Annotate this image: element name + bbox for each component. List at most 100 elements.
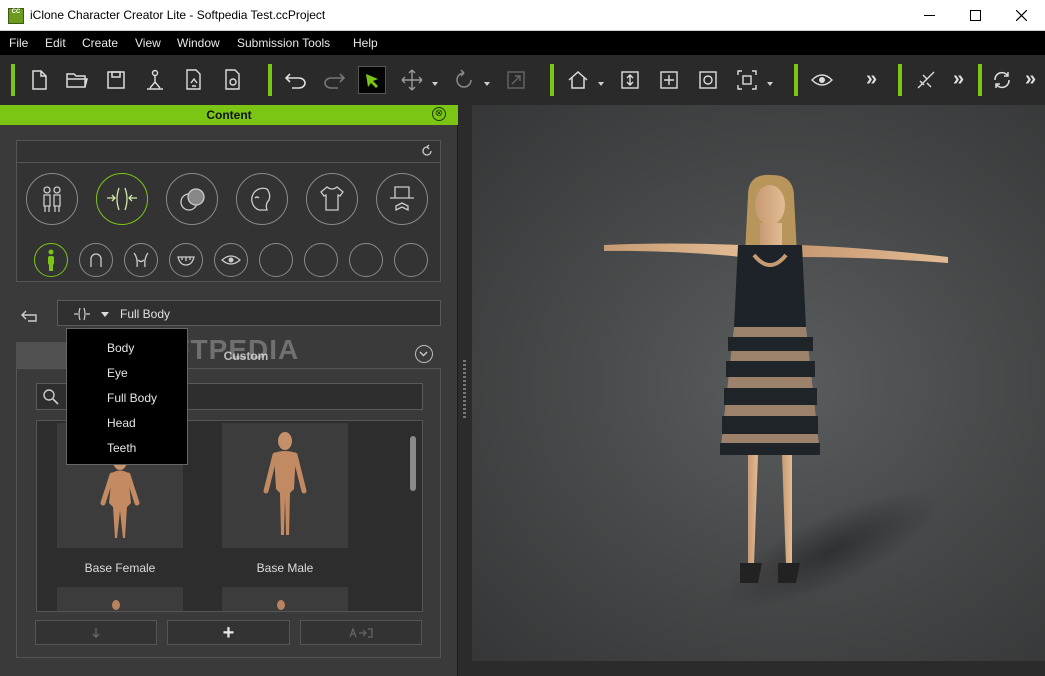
thumbnail-partial[interactable] [222,587,348,611]
new-file-icon [32,70,47,90]
thumbnail-partial[interactable] [57,587,183,611]
collapse-toggle[interactable] [415,345,433,363]
sync-icon [994,71,1010,89]
sub-full-body[interactable] [34,243,68,277]
figure-partial-image [277,600,285,610]
category-head[interactable] [236,173,288,225]
popup-item-body[interactable]: Body [107,341,134,355]
sync-button[interactable] [988,66,1016,94]
new-file-button[interactable] [25,66,53,94]
popup-item-eye[interactable]: Eye [107,366,128,380]
rotate-dropdown-arrow[interactable] [484,82,490,86]
visibility-button[interactable] [808,66,836,94]
morph-icon [107,187,137,211]
open-folder-button[interactable] [63,66,91,94]
back-arrow-icon[interactable] [20,308,40,324]
fit-height-button[interactable] [616,66,644,94]
category-clothes[interactable] [306,173,358,225]
toolbar-separator [978,64,982,96]
sub-empty-slot[interactable] [349,243,383,277]
menu-create[interactable]: Create [82,36,118,50]
teeth-icon [177,256,195,266]
sub-eye[interactable] [214,243,248,277]
home-dropdown-arrow[interactable] [598,82,604,86]
sub-head[interactable] [79,243,113,277]
splitter-grip[interactable] [463,360,466,420]
close-button[interactable] [998,0,1044,31]
category-materials[interactable] [166,173,218,225]
maximize-button[interactable] [952,0,998,31]
sub-torso[interactable] [124,243,158,277]
category-accessories[interactable] [376,173,428,225]
library-scrollbar[interactable] [410,436,416,491]
fit-all-icon [660,71,678,89]
redo-button[interactable] [320,66,348,94]
save-button[interactable] [102,66,130,94]
sub-teeth[interactable] [169,243,203,277]
add-button[interactable]: + [167,620,290,645]
select-tool-button[interactable] [358,66,386,94]
category-morph[interactable] [96,173,148,225]
scale-tool-button[interactable] [502,66,530,94]
orbit-button[interactable] [694,66,722,94]
popup-item-teeth[interactable]: Teeth [107,441,136,455]
toolbar-overflow-3[interactable]: » [1025,68,1036,91]
import-button[interactable] [180,66,208,94]
toolbar-overflow-1[interactable]: » [866,68,877,91]
popup-item-head[interactable]: Head [107,416,136,430]
panel-splitter[interactable] [458,105,472,676]
chevron-down-icon [101,312,109,317]
search-icon [43,389,59,405]
menu-file[interactable]: File [9,36,28,50]
download-button[interactable] [35,620,157,645]
window-title: iClone Character Creator Lite - Softpedi… [30,8,326,22]
move-tool-button[interactable] [398,66,426,94]
menu-bar: File Edit Create View Window Submission … [0,31,1045,55]
3d-viewport[interactable] [472,105,1045,661]
sub-empty-slot[interactable] [394,243,428,277]
app-logo: CC [8,8,24,24]
viewport-bottom-border [458,661,1045,676]
toolbar-overflow-2[interactable]: » [953,68,964,91]
render-button[interactable] [219,66,247,94]
menu-help[interactable]: Help [353,36,378,50]
move-dropdown-arrow[interactable] [432,82,438,86]
toolbar-separator [898,64,902,96]
popup-item-full-body[interactable]: Full Body [107,391,157,405]
rotate-tool-button[interactable] [450,66,478,94]
move-icon [401,69,423,91]
category-area [16,140,441,282]
body-part-combo[interactable]: Full Body [57,300,441,326]
fit-width-button[interactable] [655,66,683,94]
home-view-button[interactable] [564,66,592,94]
sub-empty-slot[interactable] [304,243,338,277]
frame-button[interactable] [733,66,761,94]
orbit-icon [699,71,717,89]
body-part-popup-menu: Body Eye Full Body Head Teeth [66,328,188,465]
category-characters[interactable] [26,173,78,225]
rotate-icon [456,69,472,88]
refresh-icon[interactable] [420,144,434,158]
menu-submission-tools[interactable]: Submission Tools [237,36,330,50]
export-button[interactable] [141,66,169,94]
sub-empty-slot[interactable] [259,243,293,277]
head-icon [251,187,271,211]
thumbnail-base-male[interactable] [222,423,348,548]
toolbar-separator [268,64,272,96]
thumbnail-label: Base Female [84,561,156,575]
pose-button[interactable] [912,66,940,94]
minimize-button[interactable] [906,0,952,31]
panel-close-icon[interactable]: ⊗ [432,107,446,121]
head-outline-icon [90,253,102,267]
frame-dropdown-arrow[interactable] [767,82,773,86]
apply-button[interactable] [300,620,422,645]
figure-partial-image [112,600,120,610]
menu-edit[interactable]: Edit [45,36,66,50]
menu-view[interactable]: View [135,36,161,50]
morph-small-icon [74,307,90,321]
select-arrow-icon [366,74,378,88]
menu-window[interactable]: Window [177,36,220,50]
undo-button[interactable] [282,66,310,94]
frame-icon [737,70,757,90]
character-model-image [604,174,948,610]
